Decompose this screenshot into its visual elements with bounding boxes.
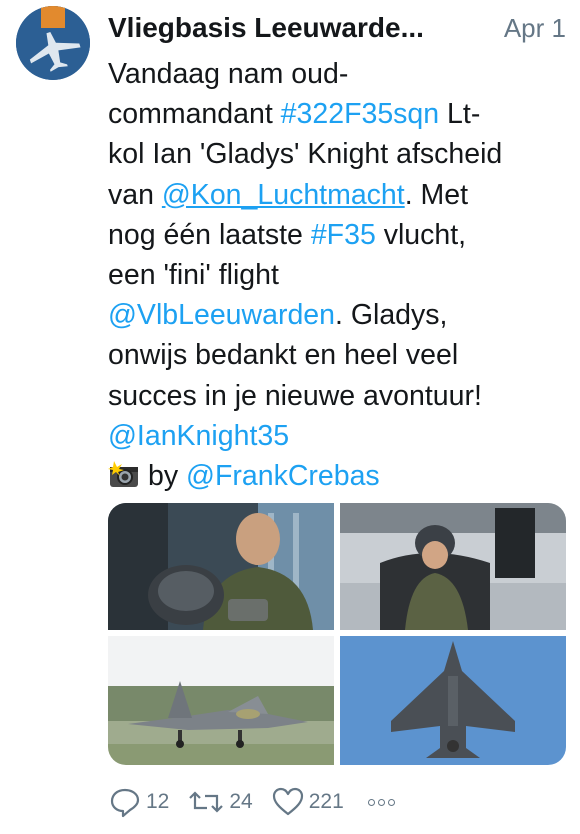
tweet-text-segment: nog één laatste <box>108 218 311 251</box>
tweet-text-segment: . Met <box>404 178 469 211</box>
tweet-text: Vandaag nam oud-commandant #322F35sqn Lt… <box>108 54 570 456</box>
tweet-text-line: onwijs bedankt en heel veel <box>108 335 570 375</box>
tweet-actions: 12 24 221 <box>108 786 395 818</box>
mention-link[interactable]: @IanKnight35 <box>108 420 289 452</box>
reply-button[interactable]: 12 <box>108 786 169 818</box>
photo-credit: by @FrankCrebas <box>108 456 570 500</box>
camera-flash-icon <box>108 460 140 500</box>
hashtag-link[interactable]: #322F35sqn <box>281 98 439 130</box>
tweet-text-line: Vandaag nam oud- <box>108 54 570 94</box>
air-base-logo-icon <box>16 6 90 80</box>
tweet-text-segment: Lt- <box>439 98 481 131</box>
photo-pilot-with-helmet[interactable] <box>108 503 334 630</box>
tweet-text-line: commandant #322F35sqn Lt- <box>108 94 570 134</box>
photo-f35-underside-in-sky[interactable] <box>340 636 566 765</box>
tweet-text-line: nog één laatste #F35 vlucht, <box>108 215 570 255</box>
tweet-text-line: @IanKnight35 <box>108 416 570 456</box>
hashtag-link[interactable]: #F35 <box>311 219 376 251</box>
photo-f35-on-runway[interactable] <box>108 636 334 765</box>
tweet-text-line: van @Kon_Luchtmacht. Met <box>108 175 570 215</box>
tweet-text-segment: vlucht, <box>375 218 467 251</box>
tweet-text-segment: kol Ian 'Gladys' Knight afscheid <box>108 138 503 171</box>
author-name[interactable]: Vliegbasis Leeuwarde... <box>108 12 472 44</box>
tweet-text-segment: van <box>108 178 162 211</box>
retweet-button[interactable]: 24 <box>187 786 253 818</box>
more-options-icon[interactable] <box>367 798 395 806</box>
credit-by-label: by <box>148 460 179 492</box>
tweet-text-segment: Vandaag nam oud- <box>108 58 349 90</box>
photo-pilot-in-cockpit[interactable] <box>340 503 566 630</box>
avatar[interactable] <box>16 6 90 80</box>
tweet-text-line: @VlbLeeuwarden. Gladys, <box>108 295 570 335</box>
heart-icon <box>272 787 303 816</box>
retweet-icon <box>189 791 224 813</box>
like-count: 221 <box>308 790 344 813</box>
tweet-text-line: een 'fini' flight <box>108 255 570 295</box>
media-grid <box>108 503 566 765</box>
tweet-text-segment: . Gladys, <box>335 299 448 332</box>
tweet-date[interactable]: Apr 1 <box>504 13 570 44</box>
tweet-text-segment: een 'fini' flight <box>108 259 279 292</box>
tweet-text-segment: onwijs bedankt en heel veel <box>108 339 459 372</box>
like-button[interactable]: 221 <box>271 786 344 818</box>
tweet-text-line: succes in je nieuwe avontuur! <box>108 376 570 416</box>
tweet-header: Vliegbasis Leeuwarde... Apr 1 <box>108 8 570 48</box>
reply-count: 12 <box>146 790 170 813</box>
tweet-text-segment: succes in je nieuwe avontuur! <box>108 379 482 412</box>
credit-handle-link[interactable]: @FrankCrebas <box>186 460 380 492</box>
reply-icon <box>110 788 140 818</box>
mention-link[interactable]: @VlbLeeuwarden <box>108 299 335 331</box>
retweet-count: 24 <box>229 790 253 813</box>
mention-link[interactable]: @Kon_Luchtmacht <box>162 179 405 211</box>
tweet-text-line: kol Ian 'Gladys' Knight afscheid <box>108 134 570 174</box>
tweet-text-segment: commandant <box>108 98 281 131</box>
